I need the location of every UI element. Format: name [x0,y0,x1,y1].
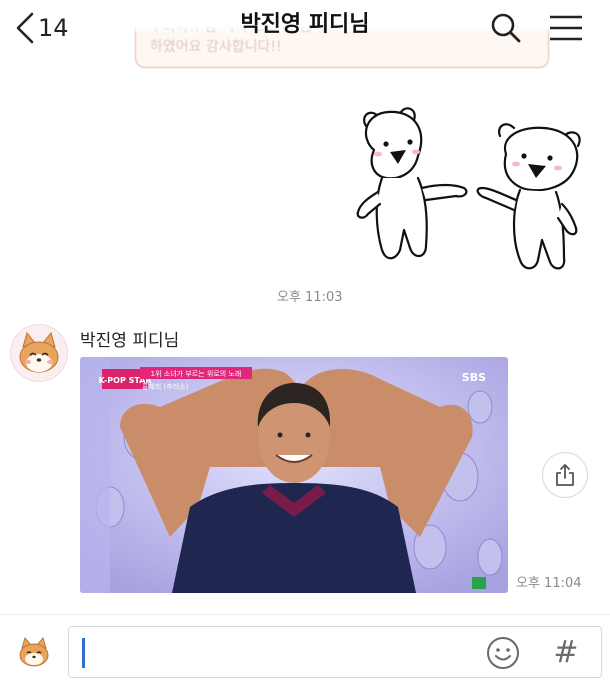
search-icon [491,13,521,43]
text-caret [82,638,85,668]
hash-search-button[interactable]: # [548,633,584,673]
shiba-face-icon [19,636,49,667]
avatar[interactable] [10,324,68,382]
photo-timestamp: 오후 11:04 [516,576,582,591]
message-input[interactable] [90,630,474,676]
menu-button[interactable] [546,8,586,48]
unread-count: 14 [38,14,69,42]
search-button[interactable] [486,8,526,48]
sender-name: 박진영 피디님 [80,331,180,351]
photo-message[interactable]: K-POP STAR 1위 소녀가 부르는 위로의 노래 홍혜희 (추리소) S… [80,357,508,593]
notice-line-2: 하였어요 감사합니다!! [150,39,282,55]
share-button[interactable] [542,452,588,498]
bear-sticker[interactable] [352,100,592,280]
back-button[interactable]: 14 [14,8,69,48]
menu-icon [550,15,582,41]
caption-subtext: 홍혜희 (추리소) [142,382,189,391]
share-icon [556,464,574,486]
chevron-left-icon [16,12,34,44]
tv-still-image: K-POP STAR 1위 소녀가 부르는 위로의 노래 홍혜희 (추리소) S… [80,357,508,593]
broadcaster-logo-text: SBS [462,371,486,384]
shiba-avatar-icon [19,331,59,373]
emoticon-menu-button[interactable] [16,634,52,670]
caption-text: 1위 소녀가 부르는 위로의 노래 [151,369,242,378]
sticker-timestamp: 오후 11:03 [277,290,343,305]
smiley-icon [487,637,519,669]
emoji-button[interactable] [485,635,521,671]
